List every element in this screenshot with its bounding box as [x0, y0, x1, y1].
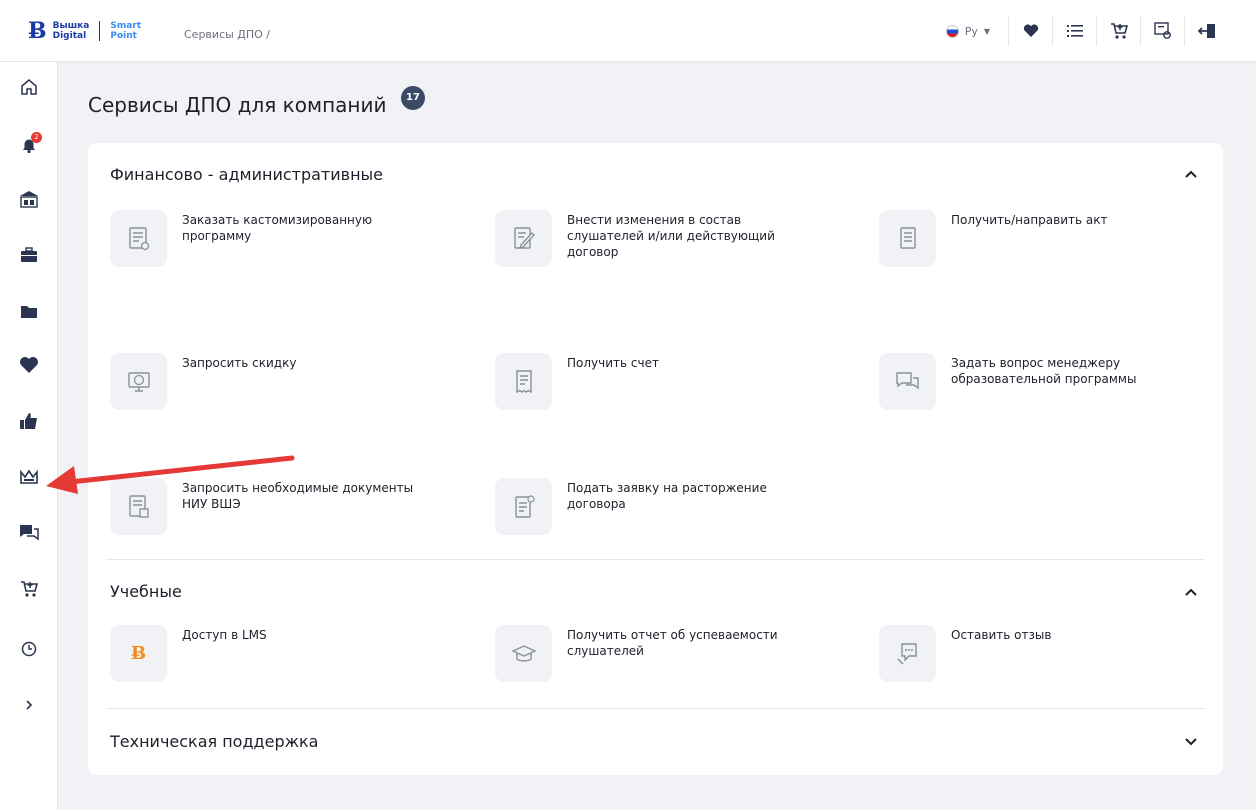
services-card: Финансово - административные Заказать ка… — [88, 143, 1223, 775]
logout-icon — [1197, 24, 1215, 38]
university-icon — [20, 191, 38, 208]
edit-document-icon — [495, 210, 552, 267]
sidebar: 2 — [0, 62, 58, 810]
clock-icon — [21, 641, 37, 657]
service-label: Заказать кастомизированную программу — [182, 213, 373, 243]
breadcrumb[interactable]: Сервисы ДПО / — [184, 28, 270, 41]
collapse-financial-button[interactable] — [1183, 167, 1199, 183]
service-label: Внести изменения в состав слушателей и/и… — [567, 213, 775, 259]
service-label: Получить/направить акт — [951, 213, 1108, 227]
sidebar-item-crown[interactable] — [16, 464, 42, 490]
graduation-cap-icon — [495, 625, 552, 682]
invoice-icon — [495, 353, 552, 410]
russia-flag-icon — [945, 24, 959, 38]
hse-logo-icon: Ƀ — [28, 18, 47, 44]
header-actions: Ру ▼ — [945, 16, 1228, 46]
caret-down-icon: ▼ — [983, 26, 990, 36]
sidebar-item-likes[interactable] — [16, 408, 42, 434]
logout-button[interactable] — [1184, 16, 1228, 46]
service-leave-feedback[interactable]: Оставить отзыв — [879, 625, 1219, 695]
service-lms-access[interactable]: Ƀ Доступ в LMS — [110, 625, 450, 695]
sidebar-item-university[interactable] — [16, 186, 42, 212]
chat-icon — [20, 525, 39, 541]
services-count-badge: 17 — [401, 86, 425, 110]
language-select[interactable]: Ру ▼ — [945, 24, 1008, 38]
contract-cancel-icon — [495, 478, 552, 535]
section-divider — [106, 708, 1205, 709]
hse-lms-icon: Ƀ — [110, 625, 167, 682]
cart-icon — [21, 581, 38, 597]
chevron-up-icon — [1185, 588, 1197, 596]
sidebar-item-favorites[interactable] — [16, 352, 42, 378]
briefcase-icon — [21, 247, 37, 262]
sidebar-item-notifications[interactable]: 2 — [16, 132, 42, 158]
collapse-study-button[interactable] — [1183, 585, 1199, 601]
chevron-up-icon — [1185, 170, 1197, 178]
service-label: Получить отчет об успеваемости слушателе… — [567, 628, 778, 658]
cart-button[interactable] — [1096, 16, 1140, 46]
certificate-icon — [1153, 22, 1171, 39]
crown-icon — [20, 469, 38, 484]
sidebar-item-chat[interactable] — [16, 520, 42, 546]
service-act[interactable]: Получить/направить акт — [879, 210, 1219, 280]
notification-badge: 2 — [31, 132, 42, 143]
logo-divider — [99, 21, 101, 41]
service-label: Запросить необходимые документы НИУ ВШЭ — [182, 481, 414, 511]
sidebar-item-history[interactable] — [16, 636, 42, 662]
sidebar-item-folder[interactable] — [16, 298, 42, 324]
logo-brand: Вышка Digital — [53, 21, 90, 41]
logo-product: Smart Point — [110, 21, 141, 41]
act-document-icon — [879, 210, 936, 267]
cart-icon — [1110, 23, 1128, 39]
service-request-documents[interactable]: Запросить необходимые документы НИУ ВШЭ — [110, 478, 450, 548]
service-label: Запросить скидку — [182, 356, 297, 370]
logo-product-line1: Smart — [110, 21, 142, 31]
sidebar-expand-button[interactable] — [16, 692, 42, 718]
sidebar-item-home[interactable] — [16, 74, 42, 100]
folder-icon — [21, 306, 37, 318]
favorites-button[interactable] — [1008, 16, 1052, 46]
top-bar: Ƀ Вышка Digital Smart Point Сервисы ДПО … — [0, 0, 1256, 62]
service-invoice[interactable]: Получить счет — [495, 353, 835, 423]
documents-icon — [110, 478, 167, 535]
section-divider — [106, 559, 1205, 560]
service-discount[interactable]: Запросить скидку — [110, 353, 450, 423]
thumbs-up-icon — [20, 413, 37, 429]
heart-icon — [1023, 24, 1038, 37]
certificate-button[interactable] — [1140, 16, 1184, 46]
expand-support-button[interactable] — [1183, 735, 1199, 751]
discount-icon — [110, 353, 167, 410]
feedback-icon — [879, 625, 936, 682]
logo-brand-line2: Digital — [52, 31, 87, 41]
chat-bubbles-icon — [879, 353, 936, 410]
service-ask-manager[interactable]: Задать вопрос менеджеру образовательной … — [879, 353, 1219, 423]
chevron-right-icon — [26, 700, 33, 710]
sidebar-item-cart[interactable] — [16, 576, 42, 602]
service-label: Подать заявку на расторжение договора — [567, 481, 767, 511]
service-custom-program[interactable]: Заказать кастомизированную программу — [110, 210, 450, 280]
service-label: Оставить отзыв — [951, 628, 1052, 642]
service-label: Задать вопрос менеджеру образовательной … — [951, 356, 1137, 386]
list-button[interactable] — [1052, 16, 1096, 46]
logo-product-line2: Point — [110, 31, 137, 41]
logo-brand-line1: Вышка — [52, 21, 90, 31]
sidebar-item-briefcase[interactable] — [16, 242, 42, 268]
list-icon — [1066, 25, 1083, 37]
language-label: Ру — [964, 24, 978, 38]
service-progress-report[interactable]: Получить отчет об успеваемости слушателе… — [495, 625, 835, 695]
home-icon — [21, 79, 37, 95]
section-title-support[interactable]: Техническая поддержка — [110, 732, 318, 751]
service-label: Доступ в LMS — [182, 628, 267, 642]
service-terminate-contract[interactable]: Подать заявку на расторжение договора — [495, 478, 835, 548]
logo[interactable]: Ƀ Вышка Digital Smart Point — [28, 20, 141, 42]
service-change-listeners[interactable]: Внести изменения в состав слушателей и/и… — [495, 210, 835, 280]
chevron-down-icon — [1185, 738, 1197, 746]
document-list-icon — [110, 210, 167, 267]
page-title: Сервисы ДПО для компаний — [88, 93, 387, 117]
section-title-financial[interactable]: Финансово - административные — [110, 165, 383, 184]
service-label: Получить счет — [567, 356, 659, 370]
section-title-study[interactable]: Учебные — [110, 582, 182, 601]
heart-icon — [20, 357, 38, 373]
